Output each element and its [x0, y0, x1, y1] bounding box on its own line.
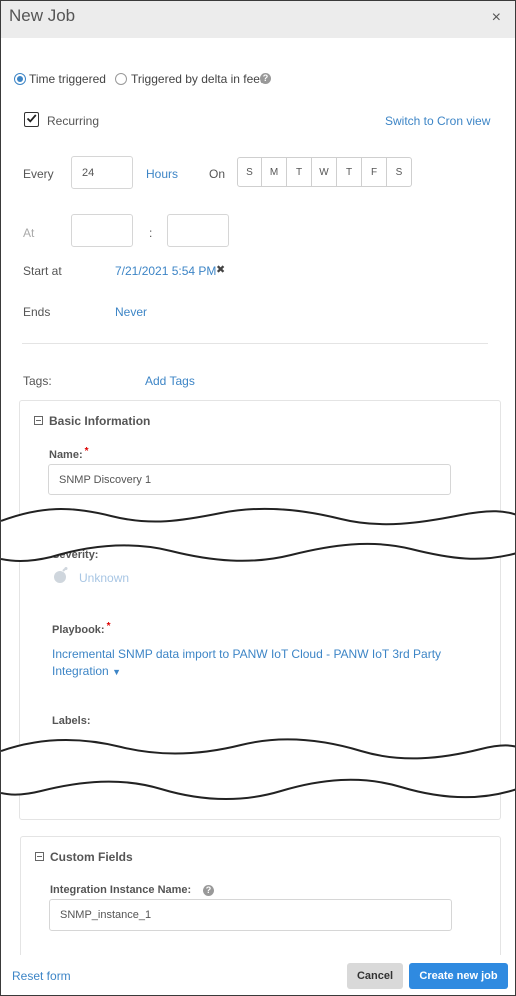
instance-name-input[interactable] [49, 899, 452, 931]
add-tags-link[interactable]: Add Tags [145, 374, 195, 388]
recurring-label: Recurring [47, 114, 100, 128]
clear-icon[interactable]: ✖ [216, 263, 225, 276]
every-value-input[interactable] [71, 156, 133, 189]
close-icon[interactable]: × [492, 9, 501, 27]
at-minute-input[interactable] [167, 214, 229, 247]
name-input[interactable] [48, 464, 451, 495]
playbook-value-line1[interactable]: Incremental SNMP data import to PANW IoT… [52, 647, 441, 661]
create-new-job-button[interactable]: Create new job [409, 963, 508, 989]
ends-label: Ends [23, 305, 51, 319]
labels-label: Labels: [52, 715, 91, 727]
every-label: Every [23, 167, 54, 181]
at-hour-input[interactable] [71, 214, 133, 247]
start-at-label: Start at [23, 264, 62, 278]
caret-down-icon: ▼ [112, 667, 121, 677]
basic-information-title[interactable]: Basic Information [49, 414, 150, 428]
ends-value[interactable]: Never [115, 305, 147, 319]
day-saturday[interactable]: S [387, 157, 412, 187]
day-thursday[interactable]: T [337, 157, 362, 187]
switch-to-cron-link[interactable]: Switch to Cron view [385, 114, 490, 128]
delta-triggered-label[interactable]: Triggered by delta in feed [131, 72, 267, 86]
reset-form-link[interactable]: Reset form [12, 969, 71, 983]
instance-help-icon[interactable]: ? [203, 885, 214, 896]
playbook-label: Playbook: * [52, 621, 111, 636]
playbook-value-line2-text: Integration [52, 664, 109, 678]
day-wednesday[interactable]: W [312, 157, 337, 187]
dialog-title: New Job [9, 6, 76, 25]
playbook-value-line2[interactable]: Integration ▼ [52, 664, 121, 678]
torn-edge-bottom [1, 738, 515, 800]
day-monday[interactable]: M [262, 157, 287, 187]
playbook-label-text: Playbook: [52, 624, 105, 636]
at-label: At [23, 226, 35, 240]
cancel-button[interactable]: Cancel [347, 963, 403, 989]
torn-edge-top [1, 507, 515, 562]
hours-unit-dropdown[interactable]: Hours [146, 167, 178, 181]
day-friday[interactable]: F [362, 157, 387, 187]
tags-label: Tags: [23, 374, 52, 388]
time-separator: : [149, 226, 153, 240]
collapse-icon[interactable] [34, 416, 43, 425]
day-tuesday[interactable]: T [287, 157, 312, 187]
time-triggered-label[interactable]: Time triggered [29, 72, 106, 86]
help-icon[interactable]: ? [260, 73, 271, 84]
checkmark-icon [26, 114, 37, 123]
start-at-value[interactable]: 7/21/2021 5:54 PM [115, 264, 216, 278]
name-label-text: Name: [49, 449, 83, 461]
divider [22, 343, 488, 344]
name-label: Name: * [49, 446, 89, 461]
new-job-dialog: New Job × Time triggered Triggered by de… [0, 0, 516, 996]
instance-name-label: Integration Instance Name: [50, 884, 192, 896]
collapse-custom-icon[interactable] [35, 852, 44, 861]
dialog-header: New Job × [1, 1, 515, 38]
on-label: On [209, 167, 226, 181]
custom-fields-title[interactable]: Custom Fields [50, 850, 133, 864]
day-sunday[interactable]: S [237, 157, 262, 187]
delta-triggered-radio[interactable] [115, 73, 127, 85]
time-triggered-radio[interactable] [14, 73, 26, 85]
recurring-checkbox[interactable] [24, 112, 39, 127]
